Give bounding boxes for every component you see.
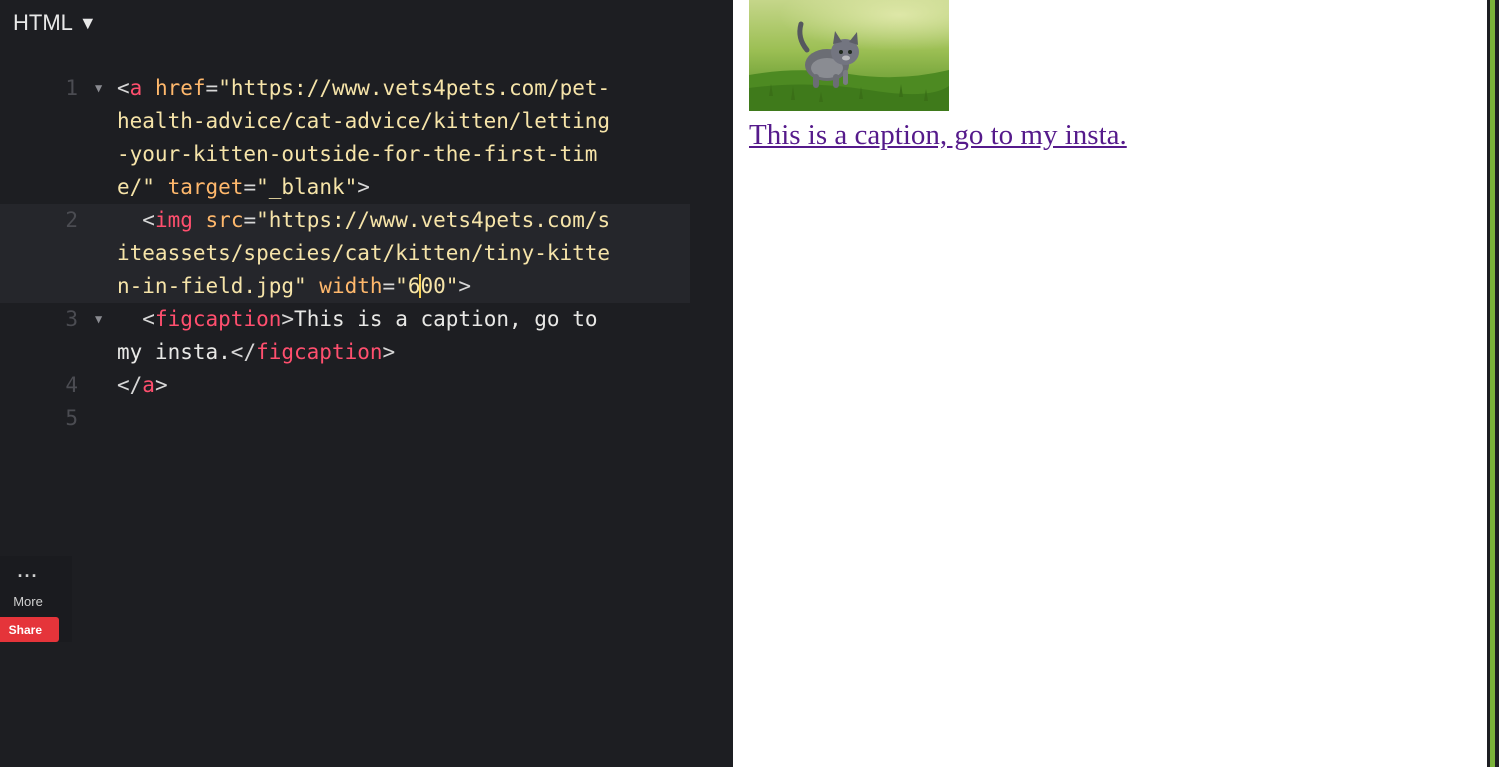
code-area[interactable]: 1 ▼ <a href="https://www.vets4pets.com/p… (0, 72, 733, 435)
code-line-3[interactable]: 3 ▼ <figcaption>This is a caption, go to… (0, 303, 733, 369)
code-token: > (281, 307, 295, 331)
code-token: figcaption (154, 307, 282, 331)
code-token: < (142, 208, 155, 232)
code-token: figcaption (256, 340, 383, 364)
code-token: "6 (395, 274, 421, 298)
code-token: > (357, 175, 370, 199)
code-token: = (205, 76, 219, 100)
code-token: https://www.vets4pets.com/pet- (230, 76, 611, 100)
line-number: 1 (65, 76, 78, 100)
code-token: "https://www.vets4pets.com/s (256, 208, 611, 232)
code-token: > (382, 340, 396, 364)
code-token: < (142, 307, 155, 331)
html-editor-panel[interactable]: HTML ▼ 1 ▼ <a href="https://www.vets4pet… (0, 0, 733, 767)
code-token: This is a caption, go to (294, 307, 598, 331)
line-number: 2 (65, 208, 78, 232)
code-token: " (218, 76, 231, 100)
code-token: a (129, 76, 143, 100)
code-token: = (243, 175, 257, 199)
code-line-4[interactable]: 4 </a> (0, 369, 733, 402)
kitten-image[interactable] (749, 0, 949, 111)
line-number: 4 (65, 373, 78, 397)
code-token: e/" (117, 175, 155, 199)
code-token: health-advice/cat-advice/kitten/letting (117, 109, 611, 133)
code-token: </ (230, 340, 257, 364)
dropdown-arrow-icon: ▼ (78, 13, 97, 33)
share-button[interactable]: Share (0, 617, 59, 642)
code-token: a (142, 373, 155, 397)
code-token: iteassets/species/cat/kitten/tiny-kitte (117, 241, 611, 265)
code-token: -your-kitten-outside-for-the-first-tim (117, 142, 598, 166)
code-token: 00" (420, 274, 459, 298)
code-token: my insta. (117, 340, 231, 364)
more-label: More (13, 594, 43, 609)
more-icon: ··· (17, 566, 39, 586)
share-label: Share (8, 622, 42, 637)
caption-link[interactable]: This is a caption, go to my insta. (749, 119, 1127, 152)
code-token: img (154, 208, 193, 232)
code-token: href (142, 76, 206, 100)
code-token: target (154, 175, 244, 199)
code-token: width (306, 274, 383, 298)
code-token: > (154, 373, 168, 397)
line-number: 3 (65, 307, 78, 331)
code-token: </ (117, 373, 143, 397)
preview-panel: This is a caption, go to my insta. (733, 0, 1487, 767)
code-token: "_blank" (256, 175, 358, 199)
code-line-5[interactable]: 5 (0, 402, 733, 435)
code-token: > (458, 274, 472, 298)
code-token: n-in-field.jpg" (117, 274, 307, 298)
code-token: < (117, 76, 130, 100)
code-line-2[interactable]: 2 <img src="https://www.vets4pets.com/s … (0, 204, 690, 303)
fold-arrow-icon[interactable]: ▼ (95, 72, 102, 105)
editor-language-label: HTML (13, 10, 73, 35)
accent-bar (1490, 0, 1495, 767)
code-token: src (192, 208, 244, 232)
code-line-1[interactable]: 1 ▼ <a href="https://www.vets4pets.com/p… (0, 72, 733, 204)
code-token: = (382, 274, 396, 298)
editor-language-toggle[interactable]: HTML ▼ (13, 10, 97, 36)
code-token: = (243, 208, 257, 232)
fold-arrow-icon[interactable]: ▼ (95, 303, 102, 336)
line-number: 5 (65, 406, 78, 430)
